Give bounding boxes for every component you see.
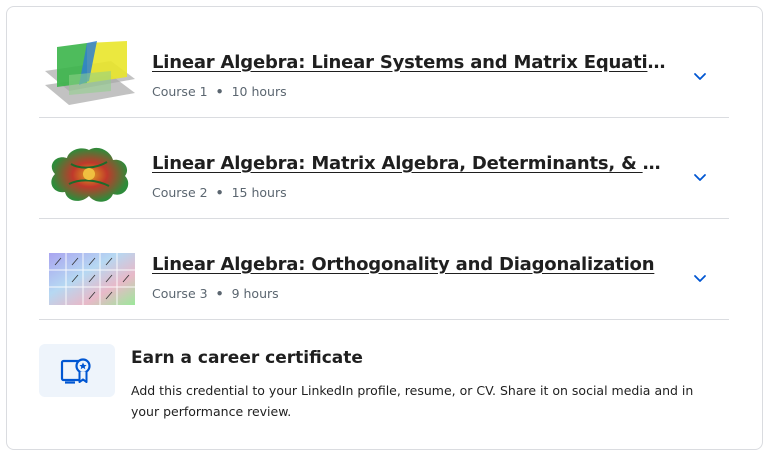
courses-card: Linear Algebra: Linear Systems and Matri… [6, 6, 763, 450]
course-meta: Course 2 • 15 hours [152, 185, 287, 200]
course-number: Course 1 [152, 84, 208, 99]
meta-separator: • [215, 185, 224, 200]
course-duration: 9 hours [231, 286, 279, 301]
chevron-down-icon[interactable] [689, 65, 711, 87]
course-duration: 15 hours [231, 185, 287, 200]
course-row-3[interactable]: Linear Algebra: Orthogonality and Diagon… [39, 219, 729, 320]
certificate-description: Add this credential to your LinkedIn pro… [131, 383, 694, 419]
course-number: Course 3 [152, 286, 208, 301]
3d-planes-thumbnail [45, 41, 135, 105]
colorful-surface-thumbnail [51, 147, 129, 202]
course-meta: Course 3 • 9 hours [152, 286, 279, 301]
course-title[interactable]: Linear Algebra: Linear Systems and Matri… [152, 52, 672, 73]
certificate-icon-container [39, 344, 115, 397]
color-grid-thumbnail [49, 253, 135, 305]
chevron-down-icon[interactable] [689, 267, 711, 289]
meta-separator: • [215, 286, 224, 301]
course-duration: 10 hours [231, 84, 287, 99]
course-number: Course 2 [152, 185, 208, 200]
certificate-icon [60, 357, 91, 384]
chevron-down-icon[interactable] [689, 166, 711, 188]
meta-separator: • [215, 84, 224, 99]
course-row-1[interactable]: Linear Algebra: Linear Systems and Matri… [39, 17, 729, 118]
course-meta: Course 1 • 10 hours [152, 84, 287, 99]
certificate-title: Earn a career certificate [131, 348, 363, 368]
career-certificate-section: Earn a career certificate Add this crede… [39, 344, 729, 424]
course-title[interactable]: Linear Algebra: Matrix Algebra, Determin… [152, 153, 672, 174]
course-title[interactable]: Linear Algebra: Orthogonality and Diagon… [152, 254, 672, 275]
course-row-2[interactable]: Linear Algebra: Matrix Algebra, Determin… [39, 118, 729, 219]
